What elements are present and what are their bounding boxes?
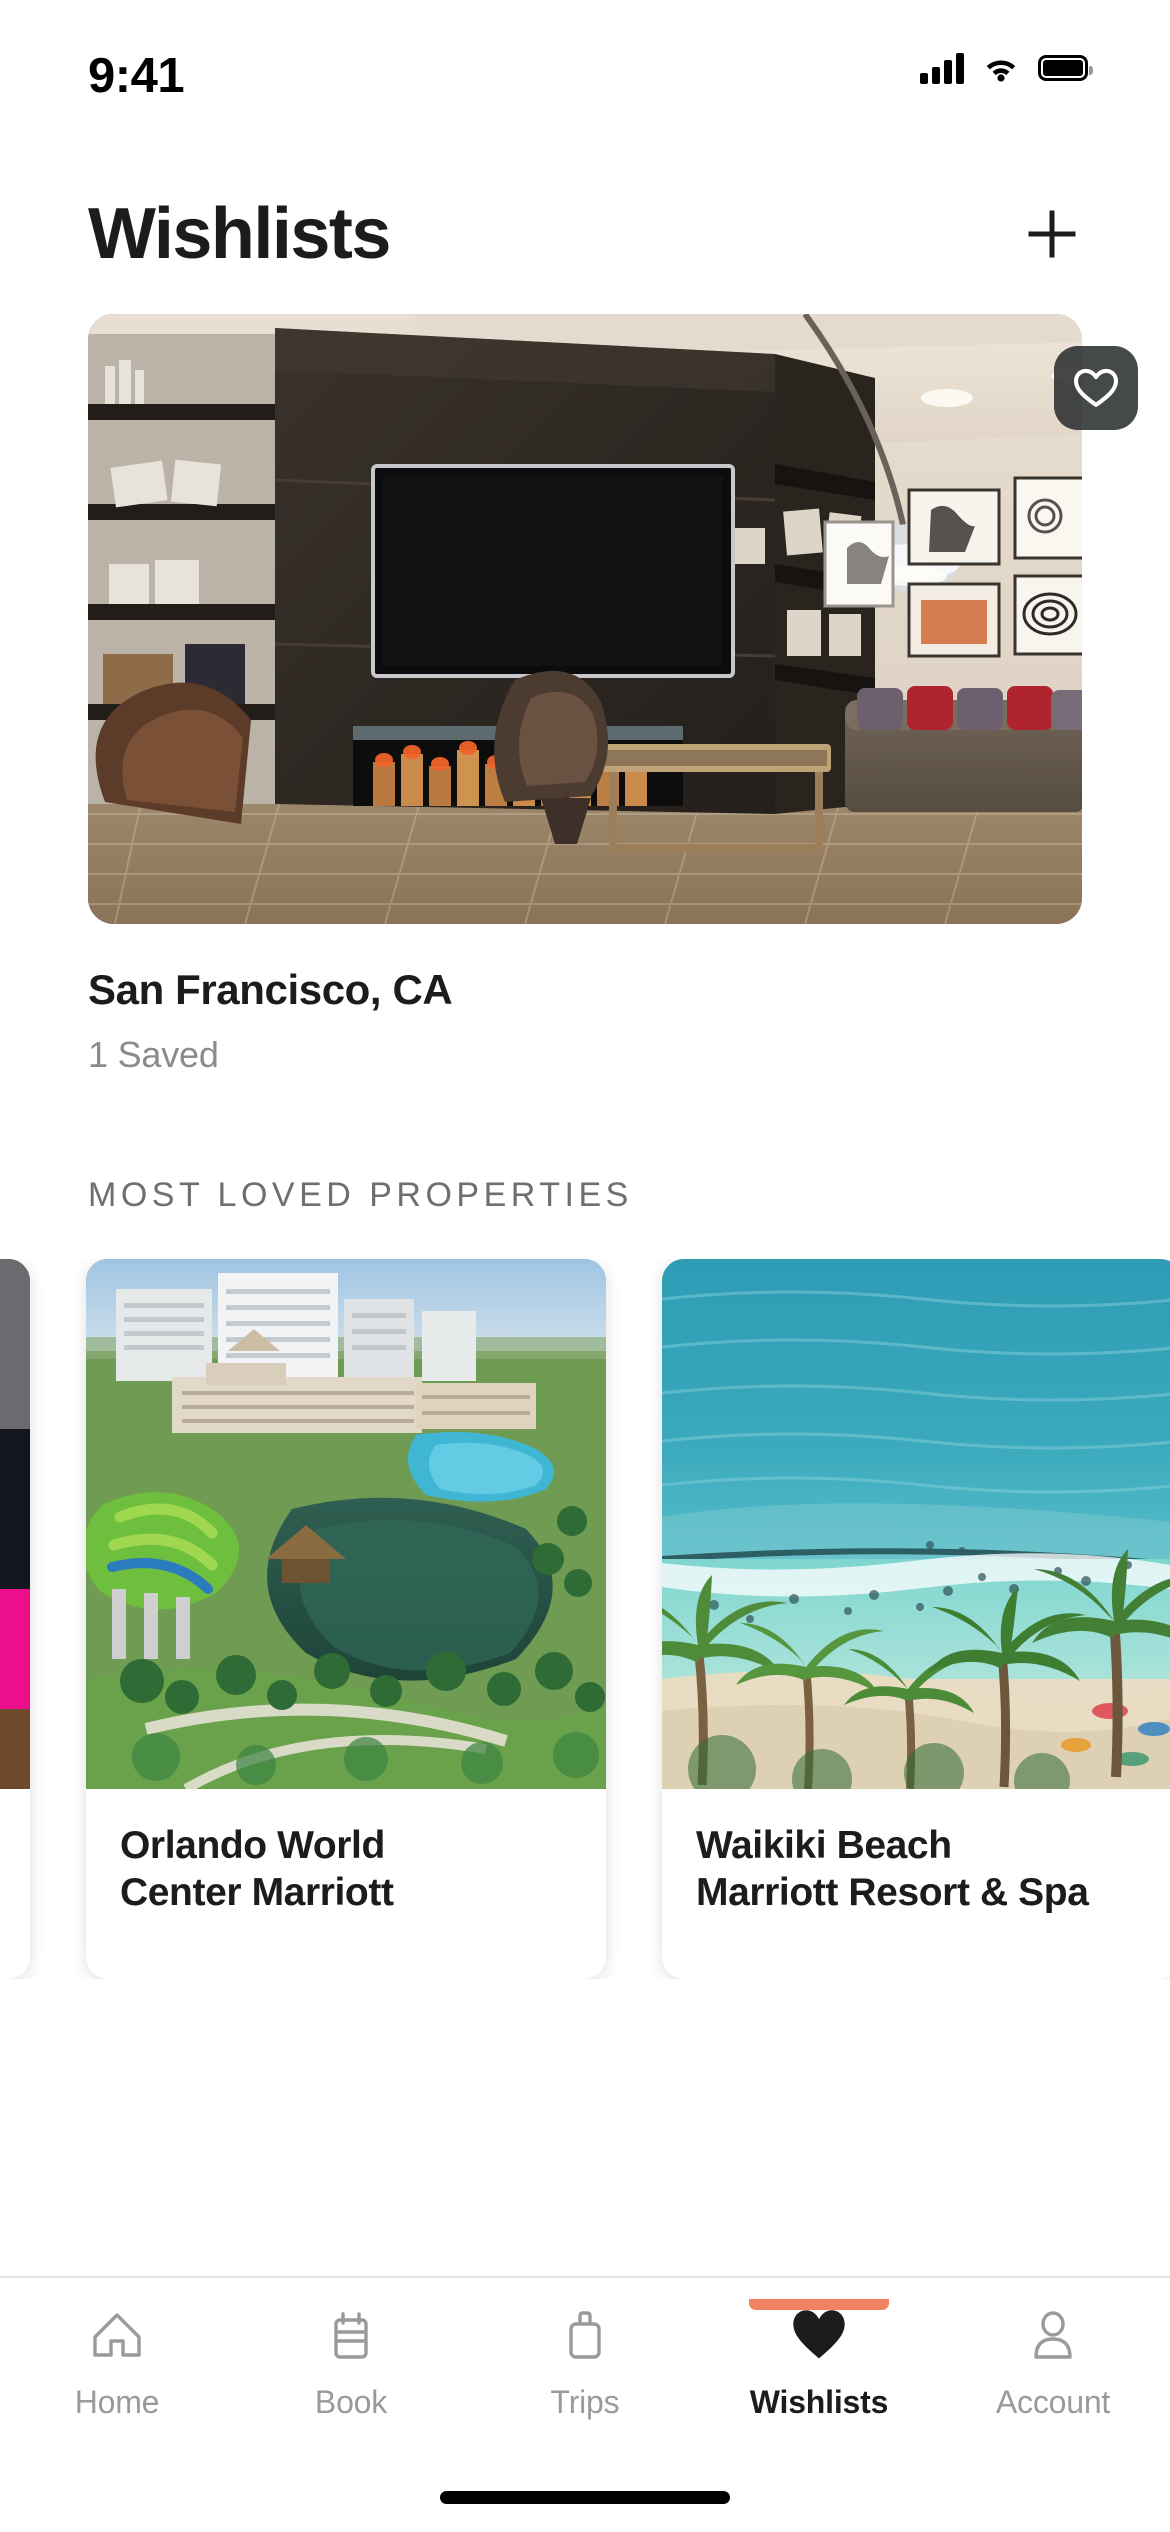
home-icon [89, 2304, 145, 2366]
waikiki-beach-illustration [662, 1259, 1170, 1789]
wishlist-name: San Francisco, CA [88, 966, 453, 1013]
wishlist-card-san-francisco[interactable]: San Francisco, CA 1 Saved [88, 314, 1082, 1076]
person-icon [1025, 2304, 1081, 2366]
page-header: Wishlists [0, 128, 1170, 314]
times-square-night-illustration [0, 1259, 30, 1789]
property-body-waikiki: Waikiki Beach Marriott Resort & Spa [662, 1789, 1170, 1979]
wishlist-hero-image [88, 314, 1082, 924]
section-title-most-loved: MOST LOVED PROPERTIES [88, 1176, 633, 1214]
bottom-tab-bar: Home Book Trips Wishlists Account [0, 2276, 1170, 2462]
property-image-waikiki [662, 1259, 1170, 1789]
page-title: Wishlists [88, 194, 391, 274]
property-name-orlando: Orlando World Center Marriott [120, 1824, 394, 1914]
status-time: 9:41 [88, 49, 185, 103]
wishlist-saved-count: 1 Saved [88, 1034, 219, 1075]
app-screen: 9:41 Wishlists San Francisco, CA 1 Saved… [0, 0, 1170, 2532]
property-image-peek [0, 1259, 30, 1789]
scroll-content[interactable]: San Francisco, CA 1 Saved MOST LOVED PRO… [0, 314, 1170, 2276]
orlando-resort-aerial-illustration [86, 1259, 606, 1789]
tab-trips[interactable]: Trips [468, 2304, 702, 2462]
tab-wishlists[interactable]: Wishlists [702, 2299, 936, 2462]
home-indicator-area [0, 2462, 1170, 2532]
heart-filled-icon [791, 2304, 847, 2366]
active-tab-indicator [749, 2299, 889, 2310]
add-wishlist-button[interactable] [1016, 198, 1088, 270]
tab-label-home: Home [74, 2384, 160, 2420]
tab-label-account: Account [995, 2384, 1111, 2420]
tab-label-wishlists: Wishlists [749, 2384, 889, 2420]
wifi-icon [986, 60, 1016, 82]
plus-icon [1028, 210, 1076, 258]
battery-full-icon [1038, 55, 1093, 81]
most-loved-carousel[interactable]: MARRIOTT Orlando World Center Marriott M… [0, 346, 1170, 2237]
tab-home[interactable]: Home [0, 2304, 234, 2462]
property-name-waikiki: Waikiki Beach Marriott Resort & Spa [696, 1824, 1089, 1914]
calendar-icon [323, 2304, 379, 2366]
status-indicators [920, 52, 1093, 84]
tab-label-trips: Trips [550, 2384, 620, 2420]
tab-book[interactable]: Book [234, 2304, 468, 2462]
status-bar: 9:41 [0, 0, 1170, 128]
hotel-lobby-illustration [88, 314, 1082, 924]
property-body-orlando: Orlando World Center Marriott [86, 1789, 606, 1979]
property-card-waikiki[interactable]: MARRIOTT Waikiki Beach Marriott Resort &… [511, 346, 1170, 2237]
property-body-peek [0, 1789, 30, 1979]
property-card-peek[interactable] [0, 1259, 30, 1979]
briefcase-icon [557, 2304, 613, 2366]
property-image-orlando [86, 1259, 606, 1789]
cellular-signal-icon [920, 52, 964, 84]
home-indicator[interactable] [440, 2490, 730, 2504]
tab-label-book: Book [314, 2384, 388, 2420]
tab-account[interactable]: Account [936, 2304, 1170, 2462]
property-card-orlando[interactable]: MARRIOTT Orlando World Center Marriott [86, 346, 1138, 2237]
